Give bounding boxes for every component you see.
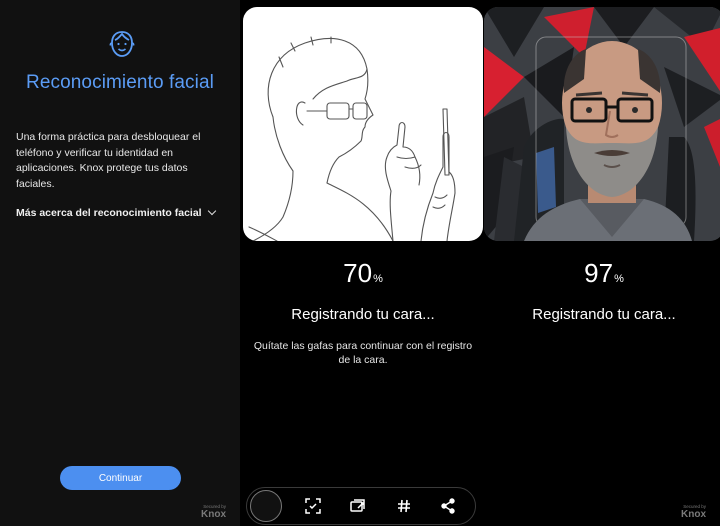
more-info-label: Más acerca del reconocimiento facial (16, 207, 202, 219)
camera-preview (484, 7, 720, 241)
progress-percent-left: 70% (343, 258, 383, 288)
scan-text-icon[interactable] (304, 497, 322, 515)
hashtag-icon[interactable] (395, 497, 413, 515)
knox-logo: Secured by Knox (201, 504, 226, 520)
screenshot-toolbar (246, 487, 476, 525)
chevron-down-icon (207, 206, 216, 216)
description-text: Una forma práctica para desbloquear el t… (16, 131, 201, 190)
page-title: Reconocimiento facial (26, 72, 214, 93)
knox-logo-right: Secured by Knox (681, 504, 706, 520)
remove-glasses-hint: Quítate las gafas para continuar con el … (253, 340, 473, 366)
glasses-removal-illustration (243, 7, 483, 241)
status-text-left: Registrando tu cara... (291, 306, 435, 323)
screenshot-thumbnail[interactable] (250, 490, 282, 522)
status-text-right: Registrando tu cara... (532, 306, 676, 323)
info-panel: Reconocimiento facial Una forma práctica… (0, 0, 240, 526)
share-icon[interactable] (439, 497, 457, 515)
face-icon (109, 31, 135, 57)
continue-button[interactable]: Continuar (60, 466, 181, 490)
progress-percent-right: 97% (584, 258, 624, 288)
more-info-link[interactable]: Más acerca del reconocimiento facial (16, 206, 216, 219)
screen-record-icon[interactable] (349, 497, 367, 515)
